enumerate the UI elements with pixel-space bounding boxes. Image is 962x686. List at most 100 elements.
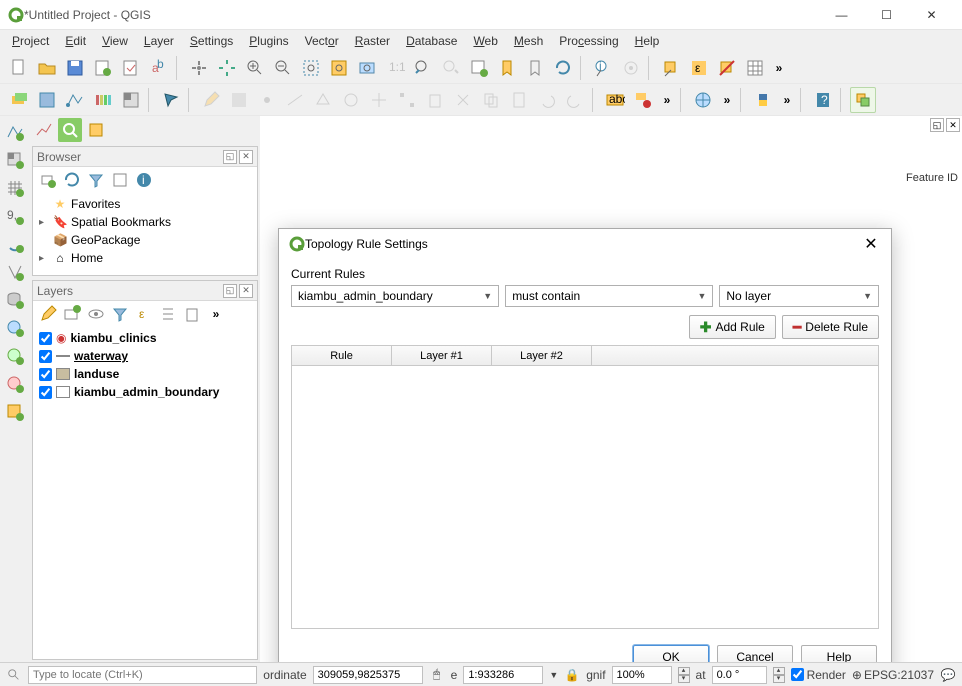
open-project-button[interactable]: [34, 55, 60, 81]
add-vector-button[interactable]: [3, 120, 27, 144]
menu-project[interactable]: Project: [4, 32, 57, 50]
add-polygon-button[interactable]: [310, 87, 336, 113]
layers-overflow[interactable]: »: [205, 303, 227, 325]
web-globe-button[interactable]: [690, 87, 716, 113]
python-button[interactable]: [750, 87, 776, 113]
addlayer-vline-button[interactable]: [62, 87, 88, 113]
chart-icon[interactable]: [32, 118, 56, 142]
zoom-last-button[interactable]: [410, 55, 436, 81]
locator-input[interactable]: [28, 666, 257, 684]
menu-vector[interactable]: Vector: [297, 32, 347, 50]
copy-button[interactable]: [478, 87, 504, 113]
menu-plugins[interactable]: Plugins: [241, 32, 296, 50]
menu-help[interactable]: Help: [627, 32, 668, 50]
maximize-button[interactable]: ☐: [864, 0, 909, 30]
layer-item-boundary[interactable]: kiambu_admin_boundary: [33, 383, 257, 401]
add-virtual-button[interactable]: [3, 260, 27, 284]
layers-add-group-button[interactable]: [61, 303, 83, 325]
layer-checkbox[interactable]: [39, 350, 52, 363]
table-button[interactable]: [742, 55, 768, 81]
layer-checkbox[interactable]: [39, 332, 52, 345]
layers-expr-button[interactable]: ε: [133, 303, 155, 325]
close-button[interactable]: ✕: [909, 0, 954, 30]
move-feature-button[interactable]: [366, 87, 392, 113]
addlayer-vector-button[interactable]: [34, 87, 60, 113]
toolbar-overflow-2[interactable]: »: [658, 87, 676, 113]
pan-button[interactable]: [186, 55, 212, 81]
chevron-down-icon[interactable]: ▼: [549, 670, 558, 680]
no-mouse-icon[interactable]: 🖱: [429, 667, 445, 683]
plugin-icon[interactable]: [84, 118, 108, 142]
add-csv-button[interactable]: 9,: [3, 204, 27, 228]
browser-close-button[interactable]: ✕: [239, 150, 253, 164]
zoom-selection-button[interactable]: [326, 55, 352, 81]
identify-button[interactable]: i: [590, 55, 616, 81]
layer-item-landuse[interactable]: landuse: [33, 365, 257, 383]
add-wcs-button[interactable]: [3, 344, 27, 368]
magnifier-spinner[interactable]: ▴▾: [678, 667, 690, 683]
label-button[interactable]: abc: [602, 87, 628, 113]
refresh-button[interactable]: [550, 55, 576, 81]
paste-button[interactable]: [506, 87, 532, 113]
layer1-combo[interactable]: kiambu_admin_boundary▼: [291, 285, 499, 307]
save-edits-button[interactable]: [226, 87, 252, 113]
ok-button[interactable]: OK: [633, 645, 709, 662]
lock-icon[interactable]: 🔒: [564, 667, 580, 683]
crs-button[interactable]: ⊕EPSG:21037: [852, 668, 934, 682]
layers-visibility-button[interactable]: [85, 303, 107, 325]
coord-input[interactable]: [313, 666, 423, 684]
menu-view[interactable]: View: [94, 32, 136, 50]
zoom-layer-button[interactable]: [354, 55, 380, 81]
browser-item-home[interactable]: ▸⌂Home: [33, 249, 257, 267]
layers-expand-button[interactable]: [157, 303, 179, 325]
minimize-button[interactable]: —: [819, 0, 864, 30]
addlayer-mixed-button[interactable]: [6, 87, 32, 113]
layer-item-clinics[interactable]: ◉ kiambu_clinics: [33, 329, 257, 347]
addlayer-gray-button[interactable]: [118, 87, 144, 113]
add-spatialite-button[interactable]: [3, 232, 27, 256]
layers-tree[interactable]: ◉ kiambu_clinics waterway landuse kiambu: [33, 327, 257, 659]
browser-refresh-button[interactable]: [61, 169, 83, 191]
add-point-button[interactable]: [254, 87, 280, 113]
log-button[interactable]: 💬: [940, 667, 956, 683]
toolbar-overflow-4[interactable]: »: [778, 87, 796, 113]
deselect-button[interactable]: [714, 55, 740, 81]
rule-combo[interactable]: must contain▼: [505, 285, 713, 307]
magnifier-input[interactable]: [612, 666, 672, 684]
topology-checker-button[interactable]: [850, 87, 876, 113]
undo-button[interactable]: [534, 87, 560, 113]
browser-collapse-button[interactable]: [109, 169, 131, 191]
zoom-next-button[interactable]: [438, 55, 464, 81]
layer-item-waterway[interactable]: waterway: [33, 347, 257, 365]
help-button[interactable]: ?: [810, 87, 836, 113]
zoom-icon[interactable]: [58, 118, 82, 142]
layers-close-button[interactable]: ✕: [239, 284, 253, 298]
browser-item-favorites[interactable]: ★Favorites: [33, 195, 257, 213]
menu-layer[interactable]: Layer: [136, 32, 182, 50]
menu-processing[interactable]: Processing: [551, 32, 626, 50]
add-rule-button[interactable]: ✚Add Rule: [689, 315, 776, 339]
addlayer-raster-button[interactable]: [90, 87, 116, 113]
layer2-combo[interactable]: No layer▼: [719, 285, 879, 307]
label-pin-button[interactable]: [630, 87, 656, 113]
browser-item-geopackage[interactable]: 📦GeoPackage: [33, 231, 257, 249]
new-print-layout-button[interactable]: [90, 55, 116, 81]
browser-tree[interactable]: ★Favorites ▸🔖Spatial Bookmarks 📦GeoPacka…: [33, 193, 257, 275]
dialog-close-button[interactable]: ✕: [861, 234, 881, 254]
toolbar-overflow-3[interactable]: »: [718, 87, 736, 113]
browser-undock-button[interactable]: ◱: [223, 150, 237, 164]
actions-button[interactable]: [618, 55, 644, 81]
add-raster-button[interactable]: [3, 148, 27, 172]
select-button[interactable]: [658, 55, 684, 81]
zoom-out-button[interactable]: [270, 55, 296, 81]
edits-button[interactable]: [158, 87, 184, 113]
add-wfs-button[interactable]: [3, 372, 27, 396]
pan-to-selection-button[interactable]: [214, 55, 240, 81]
menu-edit[interactable]: Edit: [57, 32, 94, 50]
rotation-input[interactable]: [712, 666, 767, 684]
cancel-button[interactable]: Cancel: [717, 645, 793, 662]
layer-checkbox[interactable]: [39, 386, 52, 399]
pencil-button[interactable]: [198, 87, 224, 113]
add-wms-button[interactable]: [3, 316, 27, 340]
menu-web[interactable]: Web: [465, 32, 505, 50]
